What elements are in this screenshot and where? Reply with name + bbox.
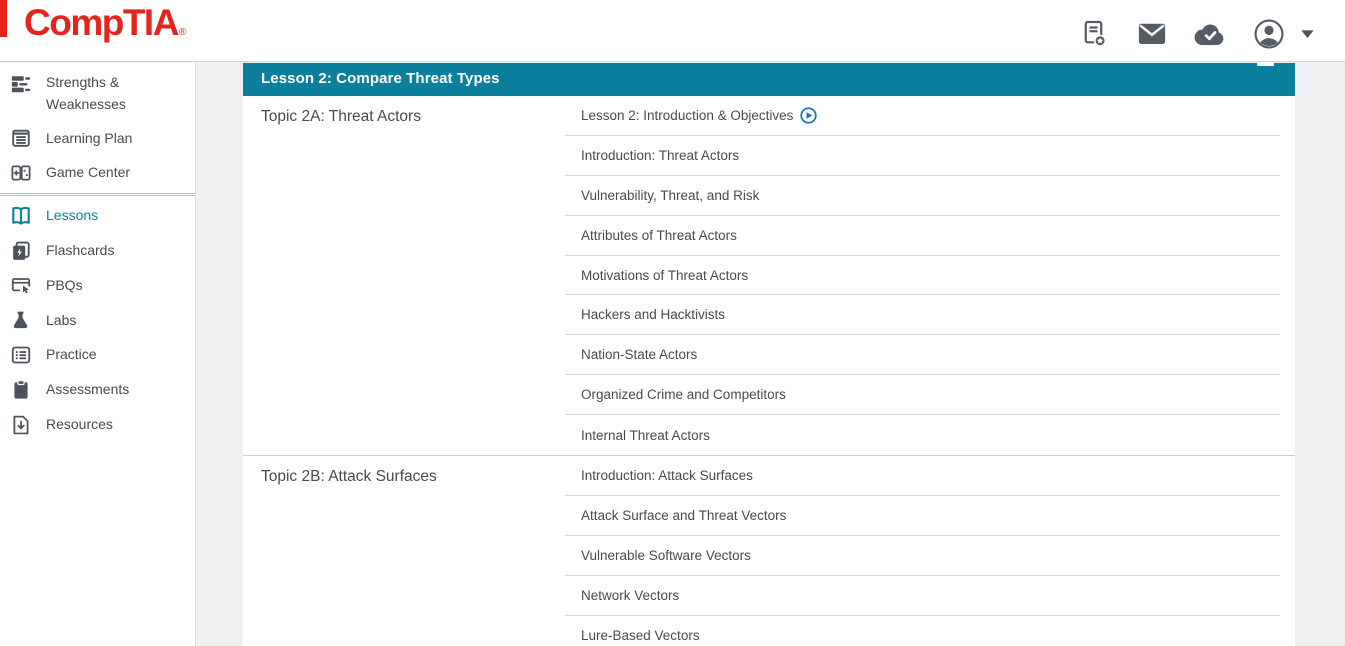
sidebar-item-label: Lessons — [46, 205, 98, 227]
sidebar-item-label: Flashcards — [46, 240, 114, 262]
lesson-row-label: Lesson 2: Introduction & Objectives — [581, 108, 793, 123]
flashcards-icon — [9, 239, 33, 263]
topic-title: Topic 2B: Attack Surfaces — [243, 456, 565, 646]
lesson-row-label: Organized Crime and Competitors — [581, 387, 786, 402]
sidebar-item-label: Assessments — [46, 379, 129, 401]
lesson-row-vulnerable-software-vectors[interactable]: Vulnerable Software Vectors — [565, 536, 1280, 576]
sidebar-item-label: Resources — [46, 414, 113, 436]
account-icon[interactable] — [1253, 18, 1285, 50]
lesson-row-network-vectors[interactable]: Network Vectors — [565, 576, 1280, 616]
resources-icon — [9, 413, 33, 437]
lesson-row-label: Motivations of Threat Actors — [581, 268, 748, 283]
sidebar-item-resources[interactable]: Resources — [0, 407, 195, 442]
lesson-panel: Lesson 2: Compare Threat Types Topic 2A:… — [243, 63, 1295, 646]
learning-plan-icon — [9, 126, 33, 150]
lesson-row-label: Lure-Based Vectors — [581, 628, 700, 643]
labs-icon — [9, 308, 33, 332]
caret-down-icon[interactable] — [1300, 29, 1315, 39]
bars-icon — [9, 72, 33, 96]
header: CompTIA ® — [0, 0, 1345, 62]
topic-section-topic-2b-attack-surfaces: Topic 2B: Attack Surfaces Introduction: … — [243, 456, 1295, 646]
topic-section-topic-2a-threat-actors: Topic 2A: Threat Actors Lesson 2: Introd… — [243, 96, 1295, 456]
sidebar-item-label: PBQs — [46, 275, 83, 297]
report-icon[interactable] — [1080, 19, 1110, 49]
sidebar-item-assessments[interactable]: Assessments — [0, 373, 195, 408]
sidebar-divider — [0, 193, 195, 196]
topic-rows: Introduction: Attack Surfaces Attack Sur… — [565, 456, 1295, 646]
sidebar-item-label: Practice — [46, 344, 97, 366]
open-book-icon — [9, 204, 33, 228]
practice-icon — [9, 343, 33, 367]
comptia-logo[interactable]: CompTIA ® — [24, 1, 186, 45]
assessments-icon — [9, 378, 33, 402]
lesson-row-label: Introduction: Threat Actors — [581, 148, 739, 163]
lesson-row-label: Internal Threat Actors — [581, 428, 710, 443]
lesson-row-label: Network Vectors — [581, 588, 679, 603]
sidebar-item-game-center[interactable]: Game Center — [0, 156, 195, 191]
sidebar-item-labs[interactable]: Labs — [0, 303, 195, 338]
registered-mark: ® — [179, 27, 186, 38]
lesson-row-label: Hackers and Hacktivists — [581, 307, 725, 322]
sidebar-item-label: Strengths & Weaknesses — [46, 72, 151, 115]
lesson-row-motivations-of-threat-actors[interactable]: Motivations of Threat Actors — [565, 256, 1280, 296]
topics: Topic 2A: Threat Actors Lesson 2: Introd… — [243, 96, 1295, 646]
header-icons — [1080, 18, 1315, 50]
lesson-row-label: Introduction: Attack Surfaces — [581, 468, 753, 483]
game-center-icon — [9, 161, 33, 185]
lesson-row-internal-threat-actors[interactable]: Internal Threat Actors — [565, 415, 1280, 455]
lesson-row-attributes-of-threat-actors[interactable]: Attributes of Threat Actors — [565, 216, 1280, 256]
sidebar-item-lessons[interactable]: Lessons — [0, 199, 195, 234]
sidebar-nav: Strengths & Weaknesses Learning Plan Gam… — [0, 63, 195, 442]
screen: Lesson 2: Compare Threat Types Topic 2A:… — [0, 0, 1345, 646]
sidebar-item-label: Labs — [46, 310, 76, 332]
lesson-row-nation-state-actors[interactable]: Nation-State Actors — [565, 335, 1280, 375]
lesson-row-lesson-2-introduction-objectives[interactable]: Lesson 2: Introduction & Objectives — [565, 96, 1280, 136]
sidebar-item-flashcards[interactable]: Flashcards — [0, 233, 195, 268]
brand-red-stripe — [0, 0, 7, 37]
lesson-row-label: Nation-State Actors — [581, 347, 697, 362]
sidebar-item-label: Learning Plan — [46, 128, 132, 150]
sidebar-item-pbqs[interactable]: PBQs — [0, 268, 195, 303]
lesson-row-organized-crime-and-competitors[interactable]: Organized Crime and Competitors — [565, 375, 1280, 415]
lesson-row-hackers-and-hacktivists[interactable]: Hackers and Hacktivists — [565, 295, 1280, 335]
logo-text: CompTIA — [24, 1, 178, 45]
sidebar-item-label: Game Center — [46, 162, 130, 184]
topic-rows: Lesson 2: Introduction & Objectives Intr… — [565, 96, 1295, 455]
sidebar: Strengths & Weaknesses Learning Plan Gam… — [0, 63, 196, 646]
lesson-row-label: Attack Surface and Threat Vectors — [581, 508, 786, 523]
lesson-row-label: Vulnerability, Threat, and Risk — [581, 188, 759, 203]
lesson-row-vulnerability-threat-and-risk[interactable]: Vulnerability, Threat, and Risk — [565, 176, 1280, 216]
pbqs-icon — [9, 274, 33, 298]
lesson-row-label: Attributes of Threat Actors — [581, 228, 737, 243]
lesson-row-lure-based-vectors[interactable]: Lure-Based Vectors — [565, 616, 1280, 646]
lesson-banner[interactable]: Lesson 2: Compare Threat Types — [243, 63, 1295, 96]
sidebar-item-strengths-weaknesses[interactable]: Strengths & Weaknesses — [0, 71, 195, 121]
topic-title: Topic 2A: Threat Actors — [243, 96, 565, 455]
cloud-check-icon[interactable] — [1194, 21, 1226, 47]
sidebar-item-practice[interactable]: Practice — [0, 338, 195, 373]
sidebar-item-learning-plan[interactable]: Learning Plan — [0, 121, 195, 156]
lesson-row-introduction-attack-surfaces[interactable]: Introduction: Attack Surfaces — [565, 456, 1280, 496]
mail-icon[interactable] — [1137, 22, 1167, 46]
lesson-banner-title: Lesson 2: Compare Threat Types — [243, 63, 1295, 95]
lesson-row-attack-surface-and-threat-vectors[interactable]: Attack Surface and Threat Vectors — [565, 496, 1280, 536]
lesson-row-label: Vulnerable Software Vectors — [581, 548, 751, 563]
play-icon[interactable] — [800, 107, 817, 124]
lesson-row-introduction-threat-actors[interactable]: Introduction: Threat Actors — [565, 136, 1280, 176]
